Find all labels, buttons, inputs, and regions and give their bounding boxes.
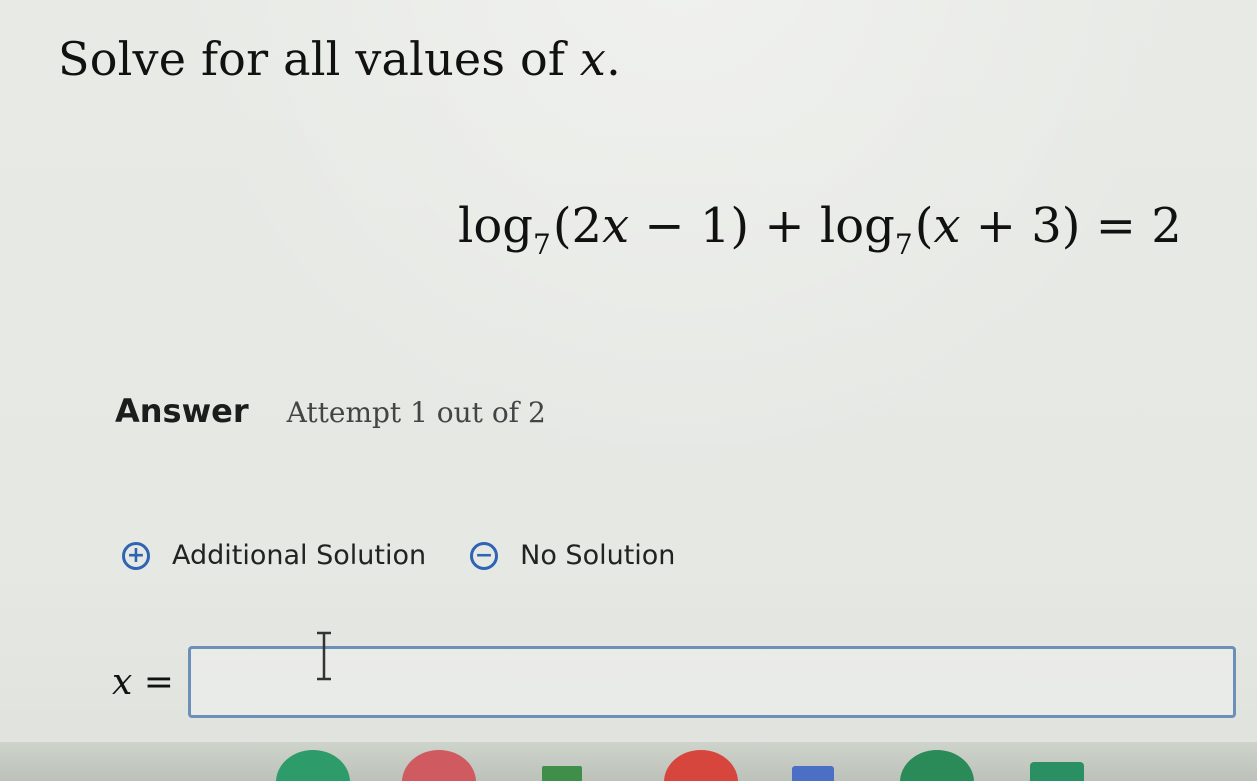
arg1-rest: − 1) <box>629 198 750 254</box>
plus-circle-icon: + <box>122 541 150 570</box>
additional-solution-button[interactable]: + Additional Solution <box>122 540 426 571</box>
taskbar-app-icon[interactable] <box>276 750 350 781</box>
taskbar <box>0 742 1257 781</box>
question-prefix: Solve for all values of <box>58 32 580 86</box>
chrome-icon[interactable] <box>664 750 738 781</box>
answer-lhs: x = <box>112 662 174 703</box>
taskbar-app-icon[interactable] <box>1030 762 1084 781</box>
equation: log7(2x − 1) + log7(x + 3) = 2 <box>458 198 1182 261</box>
answer-header: Answer Attempt 1 out of 2 <box>115 392 546 430</box>
page: Solve for all values of x. log7(2x − 1) … <box>0 0 1257 781</box>
plus-sign: + <box>749 198 820 254</box>
question-suffix: . <box>606 32 621 86</box>
log-base-2: 7 <box>894 228 913 261</box>
additional-solution-label: Additional Solution <box>172 540 427 571</box>
no-solution-label: No Solution <box>520 540 676 571</box>
log-base-1: 7 <box>532 228 551 261</box>
arg2-rest: + 3) <box>960 198 1081 254</box>
text-cursor-icon <box>317 631 331 681</box>
question-variable: x <box>579 32 607 86</box>
arg1-open: (2 <box>552 198 603 254</box>
answer-lhs-var: x <box>112 661 133 703</box>
arg2-var: x <box>933 198 961 254</box>
question-title: Solve for all values of x. <box>58 32 621 86</box>
no-solution-button[interactable]: − No Solution <box>470 540 675 571</box>
log-2: log <box>819 198 895 254</box>
arg1-var: x <box>602 198 630 254</box>
answer-input[interactable] <box>187 646 1236 718</box>
taskbar-app-icon[interactable] <box>792 766 834 781</box>
answer-lhs-eq: = <box>132 661 174 703</box>
answer-input-row: x = <box>112 646 1236 718</box>
camera-icon[interactable] <box>900 750 974 781</box>
log-1: log <box>458 198 533 254</box>
taskbar-app-icon[interactable] <box>542 766 582 781</box>
arg2-open: ( <box>914 198 934 254</box>
equals-rhs: = 2 <box>1080 198 1182 254</box>
attempt-counter: Attempt 1 out of 2 <box>286 396 546 429</box>
minus-circle-icon: − <box>470 541 499 570</box>
answer-label: Answer <box>115 392 249 430</box>
answer-options: + Additional Solution − No Solution <box>122 540 675 571</box>
taskbar-app-icon[interactable] <box>402 750 476 781</box>
